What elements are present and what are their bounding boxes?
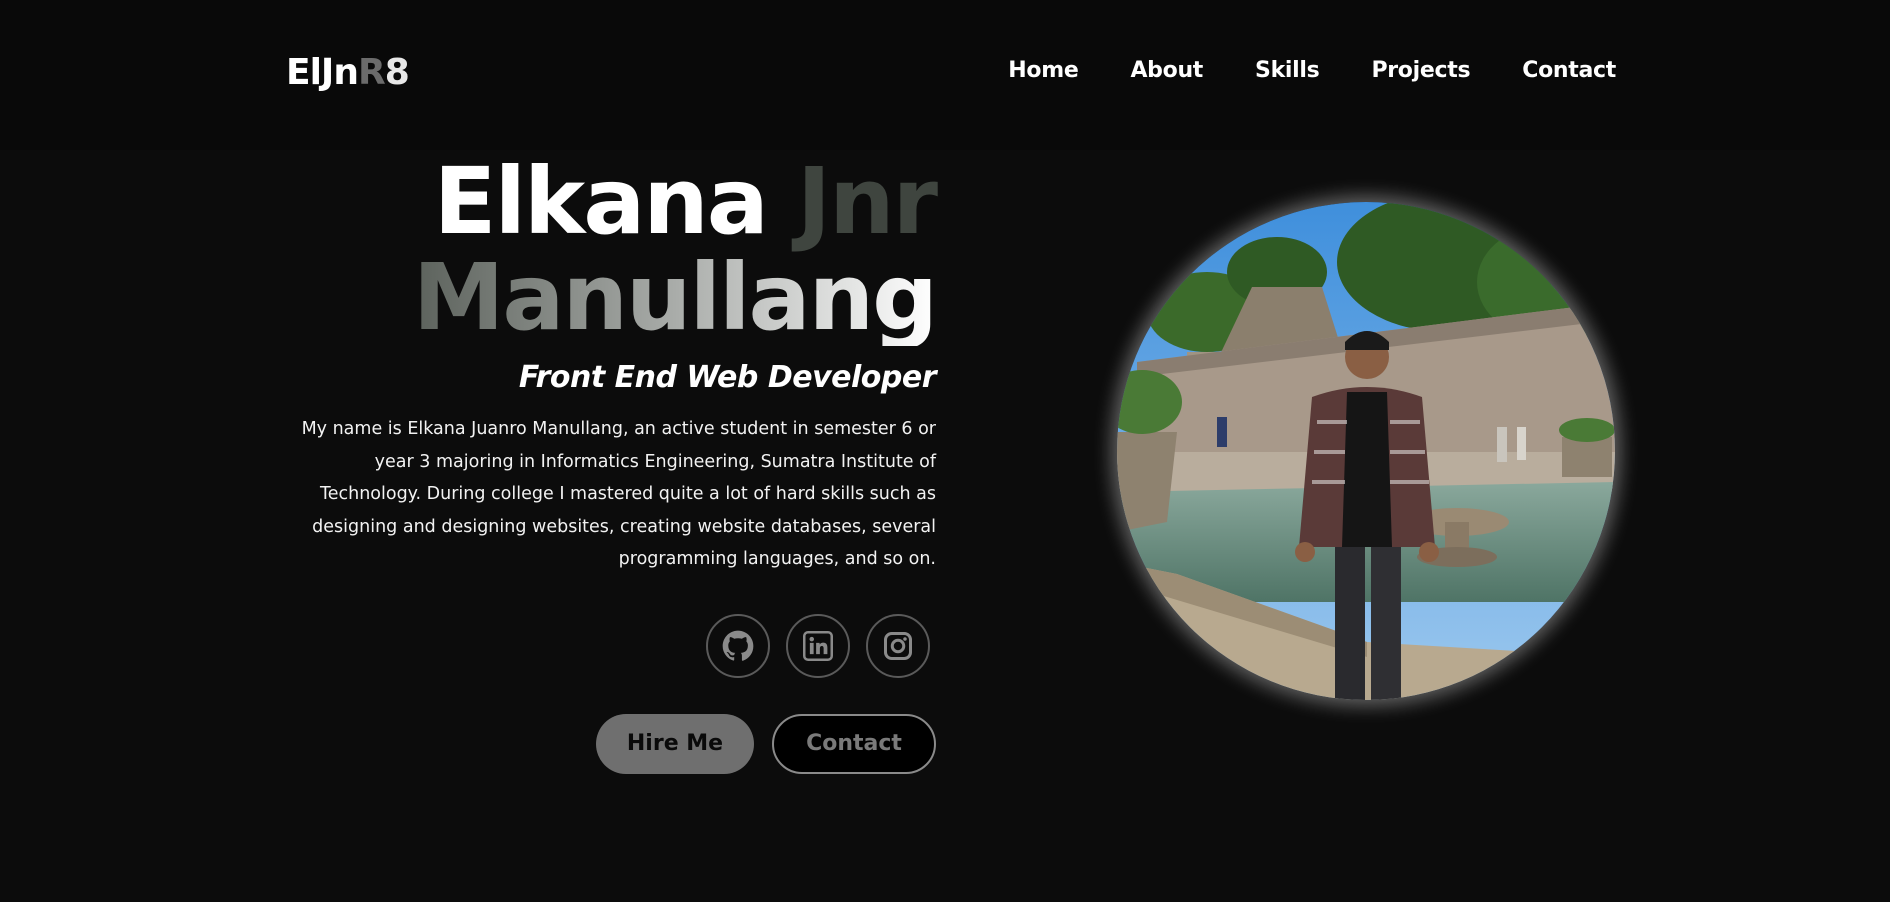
instagram-link[interactable] <box>866 613 930 678</box>
hero-actions: Hire Me Contact <box>280 713 936 774</box>
hero-middle-name: Jnr <box>796 148 938 255</box>
linkedin-icon <box>803 630 833 661</box>
navbar: ElJnR8 Home About Skills Projects Contac… <box>0 0 1890 150</box>
main-nav: Home About Skills Projects Contact <box>956 58 1616 83</box>
instagram-icon <box>884 631 912 660</box>
nav-link-skills[interactable]: Skills <box>1255 58 1320 83</box>
nav-link-home[interactable]: Home <box>1008 58 1078 83</box>
linkedin-link[interactable] <box>786 613 850 678</box>
hire-me-button[interactable]: Hire Me <box>596 713 754 774</box>
logo-text-main: ElJn <box>286 52 359 93</box>
nav-link-projects[interactable]: Projects <box>1371 58 1470 83</box>
social-links <box>280 613 936 678</box>
hero-role: Front End Web Developer <box>518 360 937 395</box>
logo-text-8: 8 <box>384 52 410 93</box>
hero-bio: My name is Elkana Juanro Manullang, an a… <box>301 419 936 569</box>
site-logo[interactable]: ElJnR8 <box>286 52 410 93</box>
profile-photo-image <box>1117 202 1615 700</box>
profile-photo <box>1117 202 1615 700</box>
nav-link-about[interactable]: About <box>1130 58 1203 83</box>
hero-intro: Elkana Jnr Manullang Front End Web Devel… <box>280 150 938 774</box>
contact-button[interactable]: Contact <box>772 713 936 774</box>
logo-text-r: R <box>357 52 386 93</box>
hero-first-name: Elkana <box>433 148 769 255</box>
hero-name-line1: Elkana Jnr <box>280 154 938 250</box>
hero-last-name: Manullang <box>412 244 938 351</box>
github-link[interactable] <box>706 613 770 678</box>
nav-link-contact[interactable]: Contact <box>1522 58 1616 83</box>
github-icon <box>722 630 754 661</box>
